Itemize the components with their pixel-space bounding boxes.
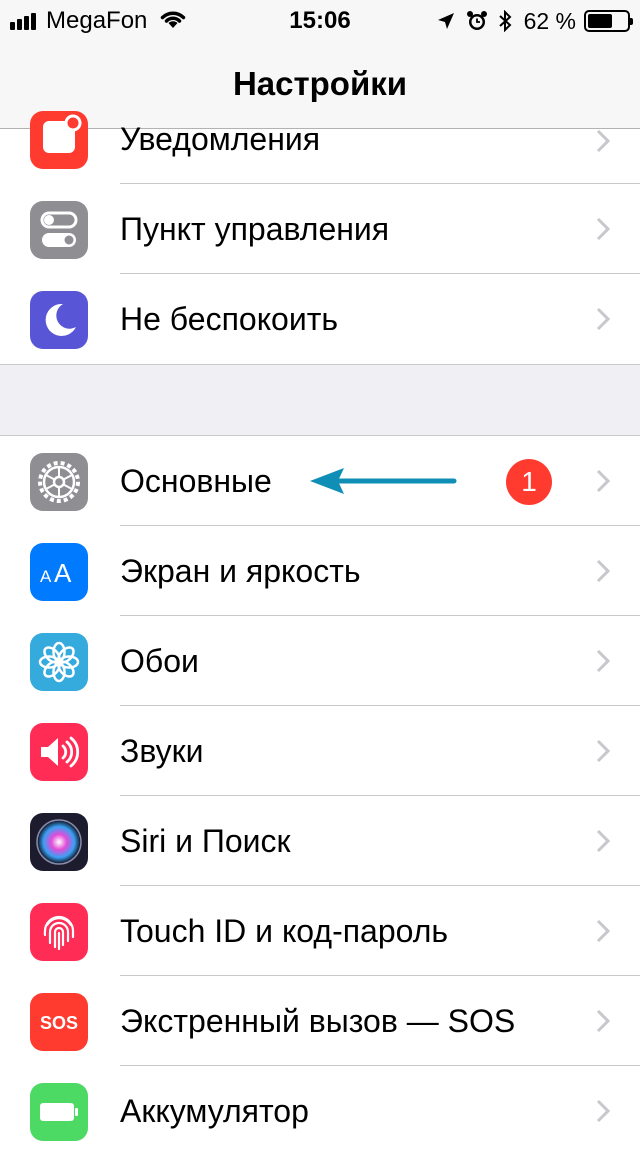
settings-item-label: Touch ID и код-пароль [120,913,449,949]
settings-item-sounds[interactable]: Звуки [0,706,640,796]
location-icon [436,11,456,31]
chevron-right-icon [596,919,611,948]
display-text-icon: A A [30,543,88,601]
settings-item-touch-id[interactable]: Touch ID и код-пароль [0,886,640,976]
chevron-right-icon [596,649,611,678]
settings-item-emergency-sos[interactable]: SOS Экстренный вызов — SOS [0,976,640,1066]
settings-item-label: Siri и Поиск [120,823,291,859]
svg-text:A: A [40,567,52,586]
settings-group-1: Уведомления Пункт управления Не беспокои… [0,111,640,364]
settings-item-do-not-disturb[interactable]: Не беспокоить [0,274,640,364]
chevron-right-icon [596,739,611,768]
notifications-icon [30,111,88,169]
settings-item-label: Обои [120,643,199,679]
battery-icon [584,10,633,32]
speaker-icon [30,723,88,781]
settings-item-label: Основные [120,463,272,499]
chevron-right-icon [596,1099,611,1128]
chevron-right-icon [596,129,611,158]
chevron-right-icon [596,469,611,498]
alarm-icon [466,10,488,32]
svg-text:SOS: SOS [40,1013,78,1033]
settings-group-2: Основные 1 A A Экран и яркость Обои Звук… [0,436,640,1156]
battery-icon [30,1083,88,1141]
chevron-right-icon [596,559,611,588]
gear-icon [30,453,88,511]
flower-icon [30,633,88,691]
chevron-right-icon [596,217,611,246]
settings-item-label: Уведомления [120,121,321,157]
control-center-icon [30,201,88,259]
chevron-right-icon [596,307,611,336]
moon-icon [30,291,88,349]
settings-item-display-brightness[interactable]: A A Экран и яркость [0,526,640,616]
page-title: Настройки [232,65,408,102]
settings-item-siri-search[interactable]: Siri и Поиск [0,796,640,886]
settings-item-label: Экстренный вызов — SOS [120,1003,516,1039]
navigation-bar: Настройки [0,40,640,129]
svg-text:A: A [54,558,72,588]
arrow-left-icon [308,462,458,505]
settings-item-label: Звуки [120,733,204,769]
settings-item-label: Аккумулятор [120,1093,309,1129]
section-gap [0,364,640,436]
settings-item-control-center[interactable]: Пункт управления [0,184,640,274]
fingerprint-icon [30,903,88,961]
chevron-right-icon [596,829,611,858]
siri-icon [30,813,88,871]
settings-item-label: Пункт управления [120,211,390,247]
settings-item-label: Экран и яркость [120,553,361,589]
settings-item-wallpaper[interactable]: Обои [0,616,640,706]
sos-icon: SOS [30,993,88,1051]
settings-item-notifications[interactable]: Уведомления [0,111,640,184]
battery-percent: 62 % [523,7,576,34]
bluetooth-icon [498,10,512,32]
chevron-right-icon [596,1009,611,1038]
settings-list: Уведомления Пункт управления Не беспокои… [0,111,640,1156]
notification-badge: 1 [506,459,552,505]
status-bar: MegaFon 15:06 62 % [0,0,640,40]
settings-item-label: Не беспокоить [120,301,339,337]
settings-item-battery[interactable]: Аккумулятор [0,1066,640,1156]
